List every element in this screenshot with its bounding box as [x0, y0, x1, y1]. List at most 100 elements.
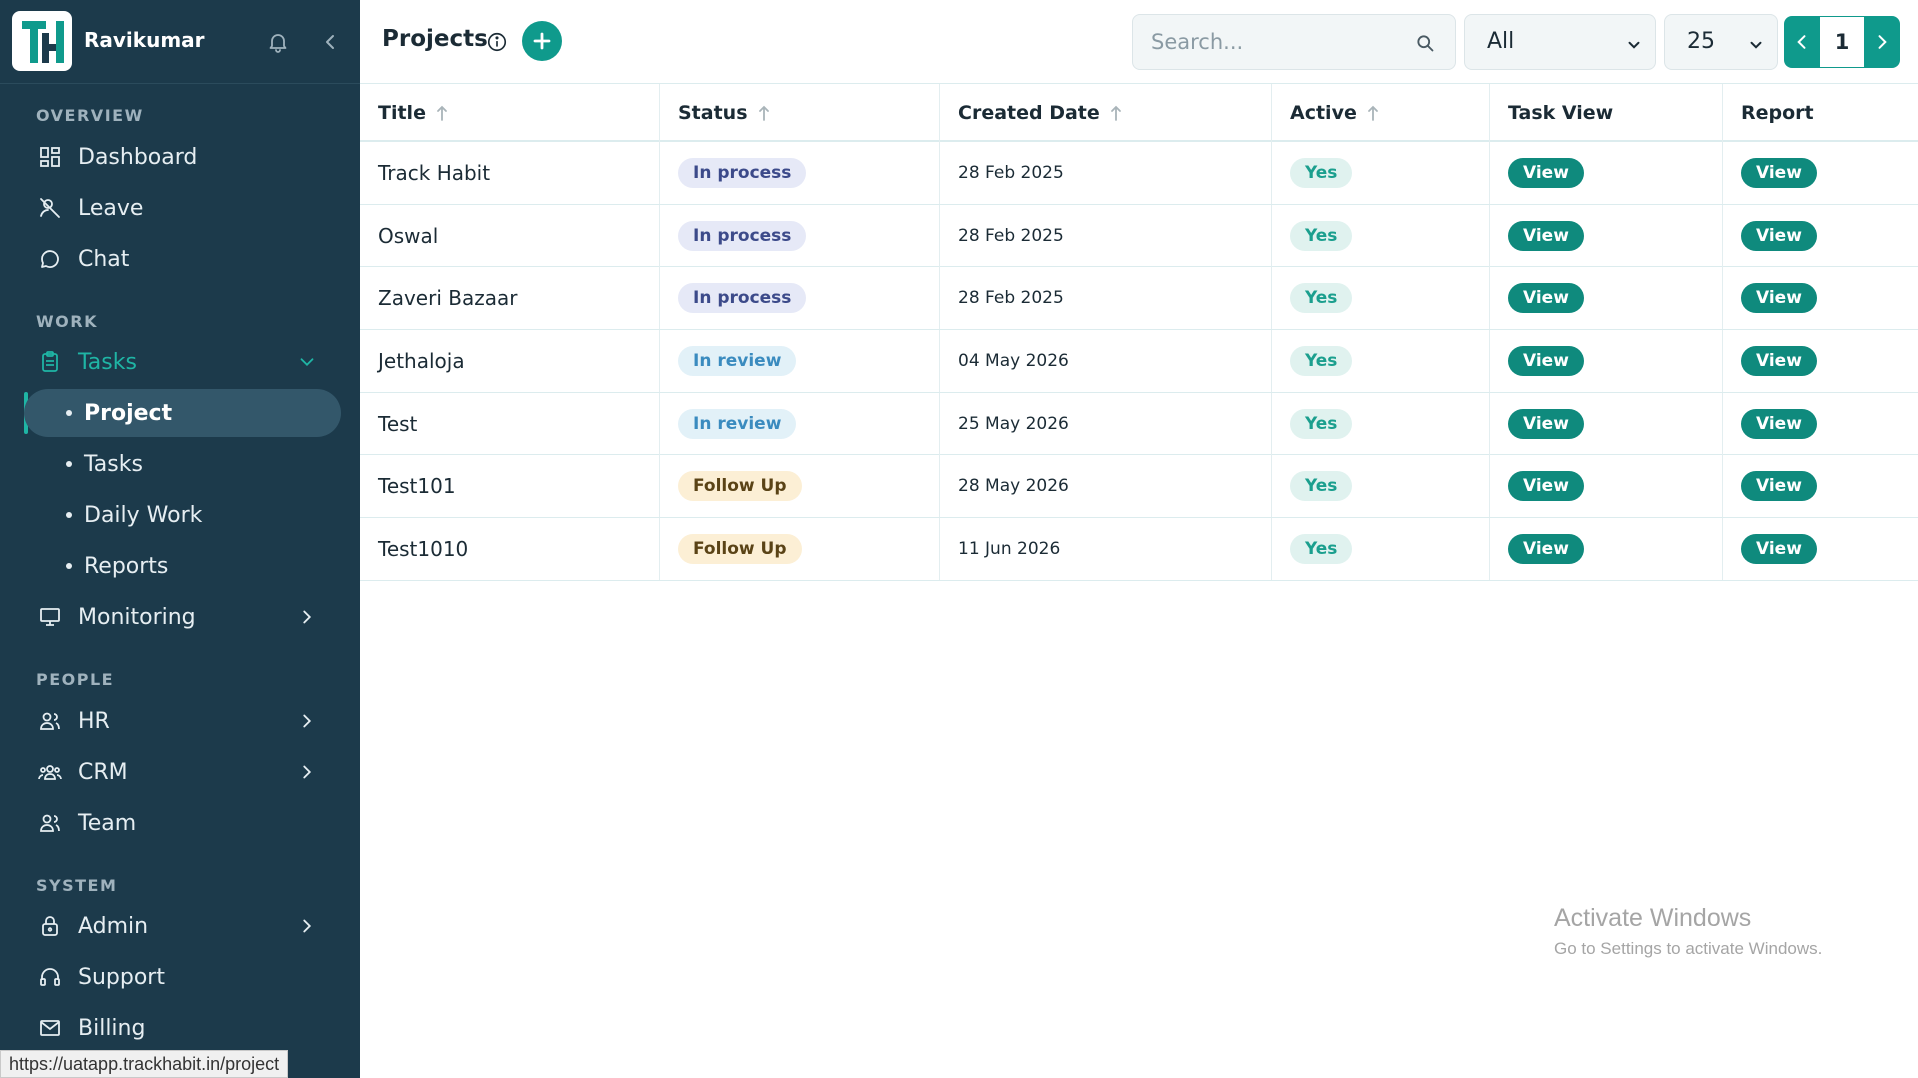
nav-monitoring-label: Monitoring [78, 604, 196, 630]
lock-icon [36, 912, 64, 940]
nav-tasks[interactable]: Tasks [24, 339, 340, 385]
task-view-button[interactable]: View [1508, 346, 1584, 377]
plus-icon [533, 32, 551, 50]
nav-support[interactable]: Support [24, 954, 340, 1000]
nav-billing-label: Billing [78, 1015, 146, 1041]
project-title: Test1010 [378, 537, 469, 562]
chevron-right-icon [296, 761, 318, 783]
sub-nav-tasks[interactable]: Tasks [24, 440, 341, 488]
nav-crm[interactable]: CRM [24, 749, 340, 795]
status-badge: In process [678, 158, 807, 188]
status-badge: In review [678, 346, 797, 377]
dashboard-icon [36, 143, 64, 171]
nav-chat[interactable]: Chat [24, 236, 340, 282]
chat-icon [36, 245, 64, 273]
task-view-button[interactable]: View [1508, 158, 1584, 188]
table-row: Test101 Follow Up 28 May 2026 Yes View V… [360, 455, 1918, 519]
sub-nav-reports[interactable]: Reports [24, 542, 341, 590]
app-root: Ravikumar OVERVIEW Dashboard Leave Chat … [0, 0, 1918, 1078]
section-system: SYSTEM [36, 876, 118, 895]
nav-hr[interactable]: HR [24, 698, 340, 744]
nav-admin[interactable]: Admin [24, 903, 340, 949]
collapse-sidebar-icon[interactable] [318, 30, 342, 54]
page-title: Projects [382, 26, 488, 52]
task-view-button[interactable]: View [1508, 471, 1584, 502]
windows-activation-watermark: Activate Windows Go to Settings to activ… [1554, 904, 1822, 959]
task-view-button[interactable]: View [1508, 283, 1584, 314]
report-view-button[interactable]: View [1741, 220, 1817, 251]
nav-leave[interactable]: Leave [24, 185, 340, 231]
column-header-active[interactable]: Active [1272, 84, 1490, 142]
column-header-created-date[interactable]: Created Date [940, 84, 1272, 142]
sort-arrow-icon [1110, 105, 1121, 121]
info-icon[interactable] [486, 31, 508, 53]
sub-nav-reports-label: Reports [84, 553, 169, 579]
prev-page-button[interactable] [1784, 16, 1820, 68]
add-project-button[interactable] [522, 21, 562, 61]
created-date: 28 May 2026 [958, 476, 1069, 497]
report-view-button[interactable]: View [1741, 471, 1817, 502]
search-icon[interactable] [1415, 33, 1435, 53]
nav-dashboard-label: Dashboard [78, 144, 198, 170]
section-people: PEOPLE [36, 670, 115, 689]
sub-nav-project[interactable]: Project [24, 389, 341, 437]
active-badge: Yes [1290, 158, 1353, 188]
users-icon [36, 707, 64, 735]
leave-icon [36, 194, 64, 222]
column-header-status[interactable]: Status [660, 84, 940, 142]
page-size-select[interactable]: 25 [1664, 14, 1778, 70]
report-view-button[interactable]: View [1741, 158, 1817, 188]
next-page-button[interactable] [1864, 16, 1900, 68]
sort-arrow-icon [437, 105, 447, 121]
active-badge: Yes [1290, 408, 1353, 439]
sub-nav-daily-work-label: Daily Work [84, 502, 203, 528]
status-badge: In review [678, 408, 797, 439]
headset-icon [36, 963, 64, 991]
clipboard-icon [36, 348, 64, 376]
app-logo[interactable] [12, 11, 72, 71]
section-work: WORK [36, 312, 98, 331]
projects-table: Title Status Created Date Active Task Vi… [360, 84, 1918, 581]
project-title: Oswal [378, 223, 439, 248]
nav-dashboard[interactable]: Dashboard [24, 134, 340, 180]
table-header: Title Status Created Date Active Task Vi… [360, 84, 1918, 142]
nav-crm-label: CRM [78, 759, 128, 785]
column-header-report: Report [1723, 84, 1918, 142]
chevron-right-icon [1878, 35, 1887, 49]
task-view-button[interactable]: View [1508, 408, 1584, 439]
created-date: 11 Jun 2026 [958, 539, 1061, 560]
section-overview: OVERVIEW [36, 106, 144, 125]
group-icon [36, 758, 64, 786]
sort-arrow-icon [1367, 105, 1378, 121]
status-badge: Follow Up [678, 534, 802, 565]
nav-billing[interactable]: Billing [24, 1005, 340, 1051]
table-row: Zaveri Bazaar In process 28 Feb 2025 Yes… [360, 267, 1918, 331]
watermark-subtitle: Go to Settings to activate Windows. [1554, 939, 1823, 958]
pagination: 1 [1784, 16, 1900, 68]
sort-arrow-icon [758, 105, 769, 121]
sub-nav-daily-work[interactable]: Daily Work [24, 491, 341, 539]
bell-icon[interactable] [266, 30, 290, 54]
column-header-report-label: Report [1741, 102, 1814, 124]
created-date: 28 Feb 2025 [958, 163, 1064, 183]
nav-monitoring[interactable]: Monitoring [24, 594, 340, 640]
report-view-button[interactable]: View [1741, 408, 1817, 439]
report-view-button[interactable]: View [1741, 283, 1817, 314]
report-view-button[interactable]: View [1741, 534, 1817, 565]
table-row: Track Habit In process 28 Feb 2025 Yes V… [360, 142, 1918, 205]
table-row: Jethaloja In review 04 May 2026 Yes View… [360, 330, 1918, 393]
nav-team[interactable]: Team [24, 800, 340, 846]
search-box [1132, 14, 1456, 70]
nav-tasks-label: Tasks [78, 349, 137, 375]
bullet-icon [66, 563, 72, 569]
task-view-button[interactable]: View [1508, 534, 1584, 565]
table-row: Test In review 25 May 2026 Yes View View [360, 392, 1918, 456]
task-view-button[interactable]: View [1508, 220, 1584, 251]
nav-leave-label: Leave [78, 195, 144, 221]
search-input[interactable] [1151, 27, 1411, 57]
column-header-title[interactable]: Title [360, 84, 660, 142]
report-view-button[interactable]: View [1741, 346, 1817, 377]
table-body: Track Habit In process 28 Feb 2025 Yes V… [360, 142, 1918, 581]
chevron-right-icon [296, 915, 318, 937]
status-filter-select[interactable]: All [1464, 14, 1656, 70]
